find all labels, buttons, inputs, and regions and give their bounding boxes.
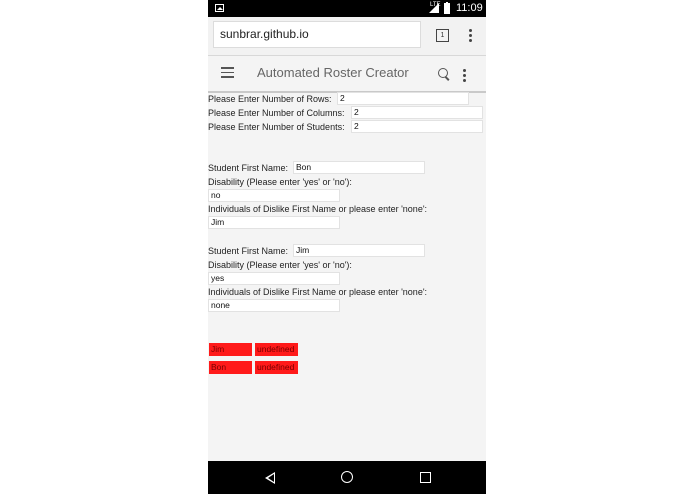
- dislike-input[interactable]: none: [208, 299, 340, 312]
- url-bar[interactable]: sunbrar.github.io: [213, 21, 421, 48]
- roster-cell: undefined: [255, 343, 298, 356]
- phone-screen: LTE 11:09 sunbrar.github.io 1 Automated …: [208, 0, 486, 494]
- disability-input[interactable]: yes: [208, 272, 340, 285]
- student-first-name-label: Student First Name:: [208, 163, 289, 173]
- roster-cell: Bon: [209, 361, 252, 374]
- rows-input[interactable]: 2: [337, 92, 469, 105]
- android-nav-bar: [208, 461, 486, 494]
- disability-label: Disability (Please enter 'yes' or 'no'):: [208, 260, 352, 270]
- hamburger-menu-icon[interactable]: [221, 67, 234, 81]
- student-first-name-input[interactable]: Bon: [293, 161, 425, 174]
- roster-cell: Jim: [209, 343, 252, 356]
- battery-icon: [444, 2, 450, 14]
- roster-cell: undefined: [255, 361, 298, 374]
- browser-toolbar: sunbrar.github.io 1: [208, 17, 486, 56]
- status-bar: LTE 11:09: [208, 0, 486, 17]
- overflow-menu-icon[interactable]: [463, 69, 466, 84]
- students-label: Please Enter Number of Students:: [208, 122, 345, 132]
- rows-label: Please Enter Number of Rows:: [208, 94, 332, 104]
- roster-form: Please Enter Number of Rows: 2 Please En…: [208, 91, 486, 461]
- back-icon[interactable]: [265, 472, 275, 484]
- status-time: 11:09: [456, 2, 483, 14]
- dislike-label: Individuals of Dislike First Name or ple…: [208, 204, 428, 214]
- dislike-input[interactable]: Jim: [208, 216, 340, 229]
- columns-label: Please Enter Number of Columns:: [208, 108, 345, 118]
- app-bar: Automated Roster Creator: [208, 56, 486, 93]
- browser-menu-icon[interactable]: [469, 29, 472, 44]
- disability-input[interactable]: no: [208, 189, 340, 202]
- student-first-name-label: Student First Name:: [208, 246, 289, 256]
- home-icon[interactable]: [341, 471, 353, 483]
- students-input[interactable]: 2: [351, 120, 483, 133]
- dislike-label: Individuals of Dislike First Name or ple…: [208, 287, 428, 297]
- network-type: LTE: [430, 2, 441, 8]
- columns-input[interactable]: 2: [351, 106, 483, 119]
- disability-label: Disability (Please enter 'yes' or 'no'):: [208, 177, 352, 187]
- student-first-name-input[interactable]: Jim: [293, 244, 425, 257]
- app-title: Automated Roster Creator: [257, 65, 409, 80]
- gallery-notification-icon: [215, 4, 224, 12]
- search-icon[interactable]: [438, 68, 448, 78]
- recents-icon[interactable]: [420, 472, 431, 483]
- tab-switcher-button[interactable]: 1: [436, 29, 449, 42]
